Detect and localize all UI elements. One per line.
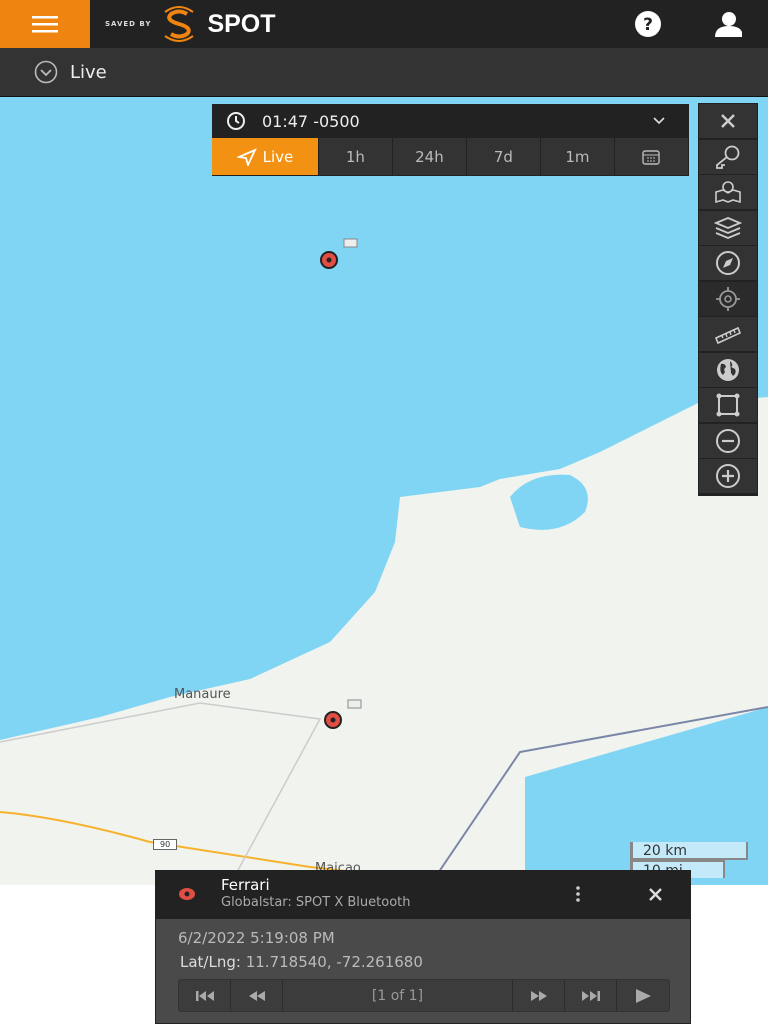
fast-forward-icon [530, 990, 547, 1001]
lat-lng: Lat/Lng: 11.718540, -72.261680 [180, 953, 423, 971]
ruler-button[interactable] [699, 317, 757, 352]
locate-button[interactable] [699, 281, 757, 317]
layers-icon [714, 216, 742, 239]
view-selector[interactable]: Live [0, 48, 768, 97]
zoom-in-button[interactable] [699, 459, 757, 494]
spot-s-icon [164, 6, 195, 42]
time-panel: 01:47 -0500 Live 1h 24h 7d 1m [212, 104, 689, 176]
calendar-button[interactable] [614, 138, 689, 175]
key-icon [716, 145, 740, 169]
svg-text:?: ? [643, 15, 653, 35]
close-icon[interactable] [648, 887, 663, 902]
next-button[interactable] [513, 980, 565, 1011]
tab-live[interactable]: Live [212, 138, 319, 175]
device-name: Ferrari [221, 876, 270, 894]
ruler-icon [714, 326, 742, 345]
user-icon [715, 12, 742, 37]
zoom-in-icon [716, 464, 740, 488]
map-marker-button[interactable] [699, 175, 757, 210]
select-area-icon [716, 393, 740, 417]
globe-icon [717, 358, 739, 381]
previous-button[interactable] [231, 980, 283, 1011]
help-button[interactable]: ? [634, 10, 662, 38]
menu-button[interactable] [0, 0, 90, 48]
location-arrow-icon [236, 147, 257, 166]
pager-label: [1 of 1] [283, 980, 513, 1011]
close-tools-button[interactable] [699, 104, 757, 139]
clock-icon [227, 112, 245, 130]
map[interactable]: Manaure 90 Maicao [0, 97, 768, 885]
device-popup: Ferrari Globalstar: SPOT X Bluetooth 6/2… [155, 870, 691, 1024]
compass-icon [716, 251, 740, 275]
tab-7d[interactable]: 7d [466, 138, 541, 175]
select-area-button[interactable] [699, 388, 757, 423]
calendar-icon [642, 149, 661, 165]
chevron-circle-down-icon [34, 60, 58, 84]
locate-icon [716, 286, 740, 311]
device-marker-icon [179, 888, 195, 900]
layers-button[interactable] [699, 210, 757, 246]
time-dropdown[interactable]: 01:47 -0500 [212, 104, 689, 138]
tab-1m[interactable]: 1m [540, 138, 615, 175]
zoom-out-icon [716, 428, 740, 453]
zoom-out-button[interactable] [699, 423, 757, 459]
tab-1h[interactable]: 1h [318, 138, 393, 175]
key-button[interactable] [699, 139, 757, 175]
device-type: Globalstar: SPOT X Bluetooth [221, 895, 411, 910]
skip-first-icon [195, 990, 214, 1001]
user-button[interactable] [714, 10, 742, 38]
last-button[interactable] [565, 980, 617, 1011]
close-icon [721, 114, 735, 128]
map-base [0, 238, 768, 885]
compass-button[interactable] [699, 246, 757, 281]
play-button[interactable] [617, 980, 669, 1011]
spot-logo: SAVED BY SPOT [105, 6, 276, 42]
chevron-down-icon [653, 117, 665, 125]
hamburger-icon [32, 16, 58, 33]
globe-button[interactable] [699, 352, 757, 388]
tab-24h[interactable]: 24h [392, 138, 467, 175]
play-icon [636, 988, 651, 1003]
top-bar: SAVED BY SPOT ? [0, 0, 768, 48]
map-toolbar [698, 103, 758, 496]
rewind-icon [248, 990, 265, 1001]
map-marker-icon [715, 181, 741, 204]
more-vertical-icon[interactable] [574, 885, 582, 903]
message-datetime: 6/2/2022 5:19:08 PM [178, 929, 335, 947]
question-circle-icon: ? [635, 11, 661, 37]
place-label: Manaure [174, 687, 231, 702]
playback-controls: [1 of 1] [178, 979, 670, 1012]
skip-last-icon [581, 990, 600, 1001]
first-button[interactable] [179, 980, 231, 1011]
road-shield: 90 [153, 839, 178, 850]
